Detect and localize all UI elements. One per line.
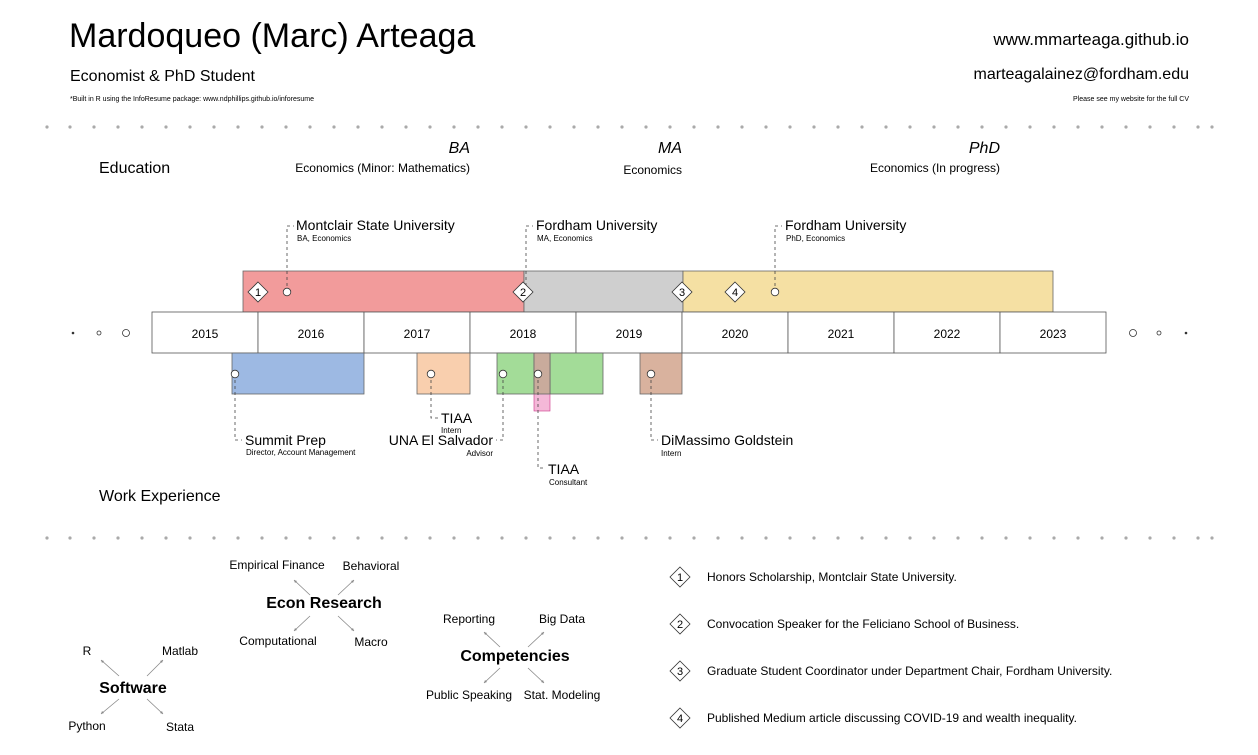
work-org-tiaa-intern: TIAA [441,410,473,426]
econ-arrow-3 [293,615,311,632]
year-label-2018: 2018 [510,327,537,341]
legend-diamond-1-label: 1 [677,572,683,584]
work-org-dimassimo: DiMassimo Goldstein [661,432,794,448]
degree-detail-ma: Economics [623,163,682,177]
work-section-title: Work Experience [99,488,221,505]
edu-school-3: Fordham University [785,217,907,233]
skill-soft-2: Matlab [161,644,199,658]
year-label-2022: 2022 [934,327,961,341]
skill-group-econ-title: Econ Research [266,595,382,612]
year-label-2017: 2017 [404,327,431,341]
edu-school-2: Fordham University [536,217,658,233]
legend-diamond-2-label: 2 [677,619,683,631]
edu-marker-3 [770,287,780,297]
work-bar-una-b [549,352,604,395]
year-label-2015: 2015 [192,327,219,341]
comp-arrow-4 [527,667,545,684]
soft-arrow-2 [146,659,164,677]
work-role-una: Advisor [466,449,493,458]
skill-econ-4: Macro [354,635,388,649]
degree-detail-ba: Economics (Minor: Mathematics) [295,161,470,175]
degree-title-phd: PhD [968,140,1000,157]
comp-arrow-1 [483,631,501,648]
education-section-title: Education [99,160,171,177]
work-role-dimassimo: Intern [661,449,682,458]
work-marker-5 [646,369,656,379]
soft-arrow-3 [100,698,120,715]
degree-title-ma: MA [658,140,682,157]
year-label-2020: 2020 [722,327,749,341]
edu-degree-2: MA, Economics [537,234,593,243]
work-org-summit: Summit Prep [245,432,326,448]
separator-bottom [45,536,1214,540]
work-marker-4 [533,369,543,379]
degree-detail-phd: Economics (In progress) [869,161,1000,175]
award-diamond-2-label: 2 [520,287,526,299]
work-bar-dimassimo [639,352,683,395]
skill-group-competencies-title: Competencies [460,648,570,665]
edu-marker-1 [282,287,292,297]
work-bar-summit [231,352,365,395]
skill-comp-4: Stat. Modeling [523,688,601,702]
legend-diamond-3-label: 3 [677,666,683,678]
edu-degree-3: PhD, Economics [786,234,846,243]
skill-soft-3: Python [68,719,106,733]
award-diamond-4-label: 4 [732,287,738,299]
work-marker-2 [426,369,436,379]
soft-arrow-1 [100,659,120,677]
econ-arrow-2 [337,579,355,596]
work-org-una: UNA El Salvador [388,432,493,448]
award-diamond-1-label: 1 [255,287,261,299]
work-role-tiaa-consultant: Consultant [549,478,588,487]
edu-school-1: Montclair State University [296,217,455,233]
skill-comp-1: Reporting [442,612,496,626]
work-role-summit: Director, Account Management [246,448,356,457]
skill-econ-2: Behavioral [342,559,400,573]
work-marker-1 [230,369,240,379]
soft-arrow-4 [146,698,164,715]
year-label-2023: 2023 [1040,327,1067,341]
year-label-2021: 2021 [828,327,855,341]
comp-arrow-3 [483,667,501,684]
edu-bar-ma [523,270,684,313]
award-diamond-3-label: 3 [679,287,685,299]
skill-group-software-title: Software [99,680,167,697]
timeline-graphics: 1 2 3 4 2015 2016 2017 2018 2019 2020 20… [45,125,1214,729]
econ-arrow-4 [337,615,355,632]
separator-top [45,125,1214,129]
skill-econ-1: Empirical Finance [229,558,325,572]
year-label-2016: 2016 [298,327,325,341]
comp-arrow-2 [527,631,545,648]
work-marker-3 [498,369,508,379]
degree-title-ba: BA [448,140,470,157]
skill-soft-4: Stata [165,720,195,734]
skill-comp-2: Big Data [538,612,586,626]
work-bar-tiaa-intern [416,352,471,395]
skill-soft-1: R [82,644,92,658]
award-text-3: Graduate Student Coordinator under Depar… [707,664,1113,678]
skill-comp-3: Public Speaking [425,688,513,702]
skill-econ-3: Computational [239,634,317,648]
award-text-4: Published Medium article discussing COVI… [707,711,1077,725]
award-text-2: Convocation Speaker for the Feliciano Sc… [707,617,1020,631]
award-text-1: Honors Scholarship, Montclair State Univ… [707,570,957,584]
econ-arrow-1 [293,579,311,596]
legend-diamond-4-label: 4 [677,713,683,725]
edu-degree-1: BA, Economics [297,234,352,243]
work-org-tiaa-consultant: TIAA [548,461,580,477]
year-label-2019: 2019 [616,327,643,341]
